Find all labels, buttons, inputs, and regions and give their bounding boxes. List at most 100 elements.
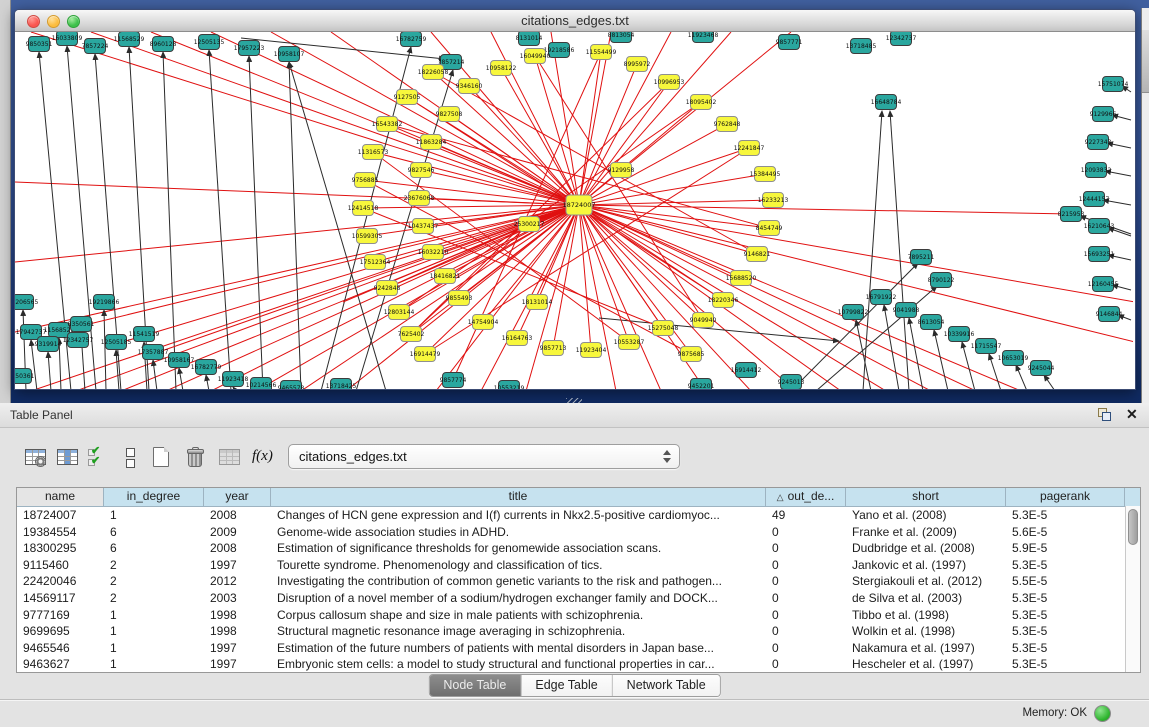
row-options-button[interactable] xyxy=(120,445,144,471)
table-cell[interactable]: 1 xyxy=(104,507,204,524)
tab-node-table[interactable]: Node Table xyxy=(429,675,521,696)
column-header-short[interactable]: short xyxy=(846,488,1006,506)
table-cell[interactable]: Franke et al. (2009) xyxy=(846,524,1006,541)
table-cell[interactable]: 1997 xyxy=(204,557,271,574)
table-cell[interactable]: 9699695 xyxy=(17,623,104,640)
table-cell[interactable]: 18300295 xyxy=(17,540,104,557)
table-row[interactable]: 946362711997Embryonic stem cells: a mode… xyxy=(17,656,1140,673)
scrollbar-thumb[interactable] xyxy=(1128,509,1138,545)
table-cell[interactable]: 9463627 xyxy=(17,656,104,673)
table-cell[interactable]: 0 xyxy=(766,607,846,624)
table-cell[interactable]: 0 xyxy=(766,524,846,541)
table-cell[interactable]: 2008 xyxy=(204,507,271,524)
table-cell[interactable]: 5.3E-5 xyxy=(1006,507,1125,524)
table-cell[interactable]: 5.9E-5 xyxy=(1006,540,1125,557)
table-cell[interactable]: 1 xyxy=(104,640,204,657)
table-cell[interactable]: Jankovic et al. (1997) xyxy=(846,557,1006,574)
table-cell[interactable]: 5.6E-5 xyxy=(1006,524,1125,541)
table-cell[interactable]: 1 xyxy=(104,607,204,624)
table-cell[interactable]: 2003 xyxy=(204,590,271,607)
table-cell[interactable]: 2 xyxy=(104,573,204,590)
table-cell[interactable]: 1998 xyxy=(204,623,271,640)
table-cell[interactable]: 0 xyxy=(766,557,846,574)
table-cell[interactable]: 1 xyxy=(104,656,204,673)
table-cell[interactable]: Disruption of a novel member of a sodium… xyxy=(271,590,766,607)
table-row[interactable]: 2242004622012Investigating the contribut… xyxy=(17,573,1140,590)
table-cell[interactable]: Structural magnetic resonance image aver… xyxy=(271,623,766,640)
column-header-pagerank[interactable]: pagerank xyxy=(1006,488,1125,506)
column-header-out_de[interactable]: △out_de... xyxy=(766,488,846,506)
table-cell[interactable]: 2 xyxy=(104,557,204,574)
table-cell[interactable]: Estimation of the future numbers of pati… xyxy=(271,640,766,657)
table-cell[interactable]: 0 xyxy=(766,540,846,557)
table-cell[interactable]: 2008 xyxy=(204,540,271,557)
table-cell[interactable]: 5.3E-5 xyxy=(1006,656,1125,673)
select-all-button[interactable]: ✔ ✔ xyxy=(88,445,112,471)
table-cell[interactable]: 5.3E-5 xyxy=(1006,623,1125,640)
table-cell[interactable]: 0 xyxy=(766,623,846,640)
table-cell[interactable]: 0 xyxy=(766,573,846,590)
float-panel-icon[interactable] xyxy=(1098,408,1112,421)
function-builder-button[interactable]: f(x) xyxy=(252,445,276,471)
table-cell[interactable]: 2 xyxy=(104,590,204,607)
delete-column-button[interactable] xyxy=(184,445,208,471)
table-cell[interactable]: 1997 xyxy=(204,640,271,657)
table-cell[interactable]: Investigating the contribution of common… xyxy=(271,573,766,590)
close-panel-icon[interactable]: ✕ xyxy=(1126,406,1138,422)
table-cell[interactable]: Changes of HCN gene expression and I(f) … xyxy=(271,507,766,524)
table-cell[interactable]: 19384554 xyxy=(17,524,104,541)
tab-edge-table[interactable]: Edge Table xyxy=(521,675,612,696)
table-row[interactable]: 1456911722003Disruption of a novel membe… xyxy=(17,590,1140,607)
table-cell[interactable]: Tourette syndrome. Phenomenology and cla… xyxy=(271,557,766,574)
table-cell[interactable]: Estimation of significance thresholds fo… xyxy=(271,540,766,557)
table-cell[interactable]: 49 xyxy=(766,507,846,524)
table-cell[interactable]: 0 xyxy=(766,656,846,673)
table-cell[interactable]: 22420046 xyxy=(17,573,104,590)
table-cell[interactable]: Nakamura et al. (1997) xyxy=(846,640,1006,657)
table-row[interactable]: 911546021997Tourette syndrome. Phenomeno… xyxy=(17,557,1140,574)
table-row[interactable]: 969969511998Structural magnetic resonanc… xyxy=(17,623,1140,640)
table-cell[interactable]: 5.5E-5 xyxy=(1006,573,1125,590)
table-cell[interactable]: 0 xyxy=(766,590,846,607)
table-cell[interactable]: 9777169 xyxy=(17,607,104,624)
vertical-scrollbar[interactable] xyxy=(1125,506,1140,672)
table-cell[interactable]: 6 xyxy=(104,540,204,557)
column-header-year[interactable]: year xyxy=(204,488,271,506)
table-cell[interactable]: Genome-wide association studies in ADHD. xyxy=(271,524,766,541)
table-cell[interactable]: de Silva et al. (2003) xyxy=(846,590,1006,607)
column-header-title[interactable]: title xyxy=(271,488,766,506)
table-cell[interactable]: Stergiakouli et al. (2012) xyxy=(846,573,1006,590)
table-cell[interactable]: 5.3E-5 xyxy=(1006,607,1125,624)
network-window-titlebar[interactable]: citations_edges.txt xyxy=(15,10,1135,32)
table-row[interactable]: 977716911998Corpus callosum shape and si… xyxy=(17,607,1140,624)
table-cell[interactable]: 2012 xyxy=(204,573,271,590)
table-cell[interactable]: 18724007 xyxy=(17,507,104,524)
table-cell[interactable]: Hescheler et al. (1997) xyxy=(846,656,1006,673)
table-row[interactable]: 1872400712008Changes of HCN gene express… xyxy=(17,507,1140,524)
table-cell[interactable]: 9465546 xyxy=(17,640,104,657)
table-cell[interactable]: 1 xyxy=(104,623,204,640)
table-cell[interactable]: Yano et al. (2008) xyxy=(846,507,1006,524)
table-cell[interactable]: Corpus callosum shape and size in male p… xyxy=(271,607,766,624)
table-cell[interactable]: 14569117 xyxy=(17,590,104,607)
new-column-button[interactable] xyxy=(150,445,174,471)
table-cell[interactable]: 1997 xyxy=(204,656,271,673)
table-cell[interactable]: 5.3E-5 xyxy=(1006,557,1125,574)
table-selector-dropdown[interactable]: citations_edges.txt xyxy=(288,444,680,469)
table-row[interactable]: 1830029562008Estimation of significance … xyxy=(17,540,1140,557)
table-row[interactable]: 946554611997Estimation of the future num… xyxy=(17,640,1140,657)
show-column-button[interactable] xyxy=(56,445,80,471)
table-row[interactable]: 1938455462009Genome-wide association stu… xyxy=(17,524,1140,541)
table-cell[interactable]: Wolkin et al. (1998) xyxy=(846,623,1006,640)
table-mode-button[interactable] xyxy=(24,445,48,471)
table-cell[interactable]: 5.3E-5 xyxy=(1006,640,1125,657)
table-cell[interactable]: 2009 xyxy=(204,524,271,541)
table-cell[interactable]: 1998 xyxy=(204,607,271,624)
tab-network-table[interactable]: Network Table xyxy=(613,675,720,696)
table-cell[interactable]: Embryonic stem cells: a model to study s… xyxy=(271,656,766,673)
table-cell[interactable]: 0 xyxy=(766,640,846,657)
network-canvas[interactable]: 9850351160338097857224115685298960128125… xyxy=(15,32,1133,389)
column-header-name[interactable]: name xyxy=(17,488,104,506)
column-header-in_degree[interactable]: in_degree xyxy=(104,488,204,506)
table-cell[interactable]: Tibbo et al. (1998) xyxy=(846,607,1006,624)
